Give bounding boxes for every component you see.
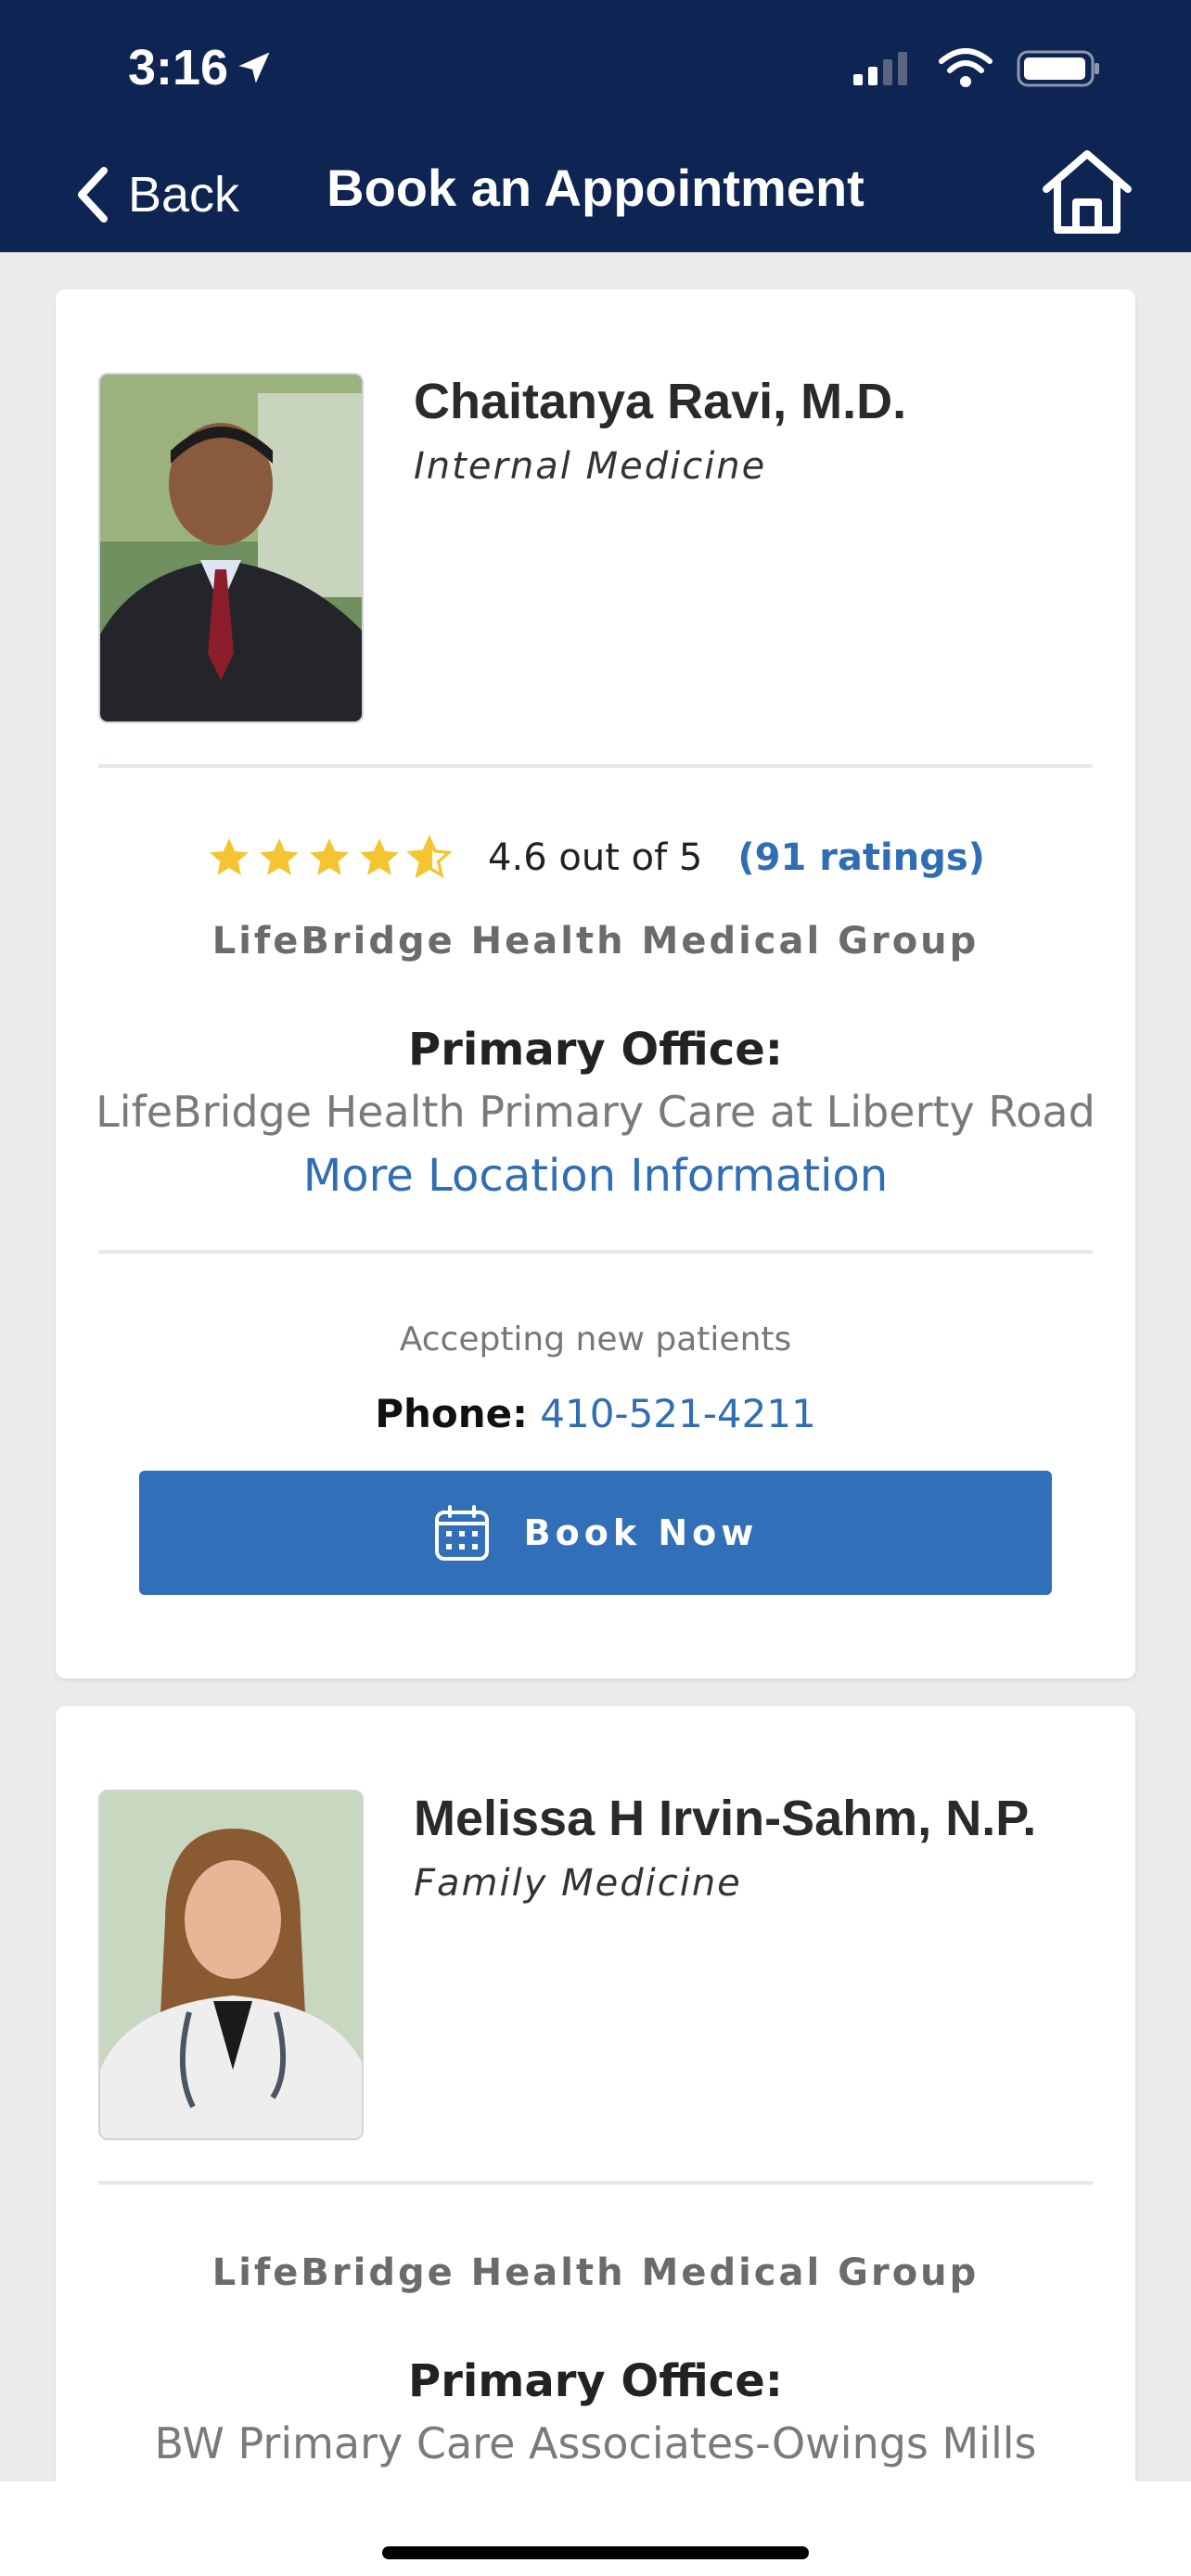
provider-card: Melissa H Irvin-Sahm, N.P. Family Medici… [56,1706,1135,2541]
divider [98,2181,1093,2185]
half-star-icon [406,835,453,879]
provider-photo [98,1790,364,2140]
page-title: Book an Appointment [327,159,864,217]
provider-name[interactable]: Melissa H Irvin-Sahm, N.P. [414,1790,1036,1847]
location-arrow-icon [238,52,270,83]
home-indicator-bar [0,2481,1191,2576]
provider-card: Chaitanya Ravi, M.D. Internal Medicine 4… [56,289,1135,1678]
status-time-label: 3:16 [128,40,229,96]
divider [98,764,1093,768]
provider-name[interactable]: Chaitanya Ravi, M.D. [414,373,906,430]
primary-office-label: Primary Office: [408,2355,783,2407]
status-indicators [853,48,1102,89]
more-location-wrapper: More Location Information [56,1150,1135,1202]
home-icon[interactable] [1039,148,1135,237]
home-indicator[interactable] [382,2546,809,2559]
medical-group: LifeBridge Health Medical Group [211,920,980,963]
phone-row: Phone: 410-521-4211 [56,1391,1135,1436]
more-location-link[interactable]: More Location Information [303,1150,888,1202]
primary-office-label: Primary Office: [408,1024,783,1076]
rating-row-wrapper: 4.6 out of 5 (91 ratings) [56,835,1135,881]
rating-text: 4.6 out of 5 [488,836,703,879]
provider-portrait-icon [100,1792,362,2138]
star-icon [310,838,349,875]
primary-office-name: LifeBridge Health Primary Care at Libert… [96,1087,1095,1137]
phone-label: Phone: [375,1391,528,1436]
phone-link[interactable]: 410-521-4211 [540,1391,816,1436]
provider-specialty: Internal Medicine [414,445,767,488]
accepting-patients: Accepting new patients [399,1320,792,1358]
star-icon [210,838,249,875]
book-now-button[interactable]: Book Now [139,1471,1052,1595]
ratings-count-link[interactable]: (91 ratings) [737,836,985,879]
provider-portrait-icon [100,375,362,721]
provider-photo [98,373,364,723]
status-time: 3:16 [128,39,275,96]
medical-group: LifeBridge Health Medical Group [211,2251,980,2294]
calendar-icon [434,1505,489,1561]
cellular-signal-icon [853,52,907,85]
battery-icon [1017,50,1099,87]
provider-specialty: Family Medicine [414,1862,742,1905]
book-now-label: Book Now [523,1512,759,1553]
divider [98,1250,1093,1254]
rating-row: 4.6 out of 5 (91 ratings) [56,835,1135,881]
rating-stars [206,835,453,881]
star-icon [360,838,399,875]
wifi-icon [939,48,992,87]
star-icon [260,838,299,875]
primary-office-name: BW Primary Care Associates-Owings Mills [154,2418,1037,2468]
app-header: 3:16 Back Book an Appointment [0,0,1191,252]
